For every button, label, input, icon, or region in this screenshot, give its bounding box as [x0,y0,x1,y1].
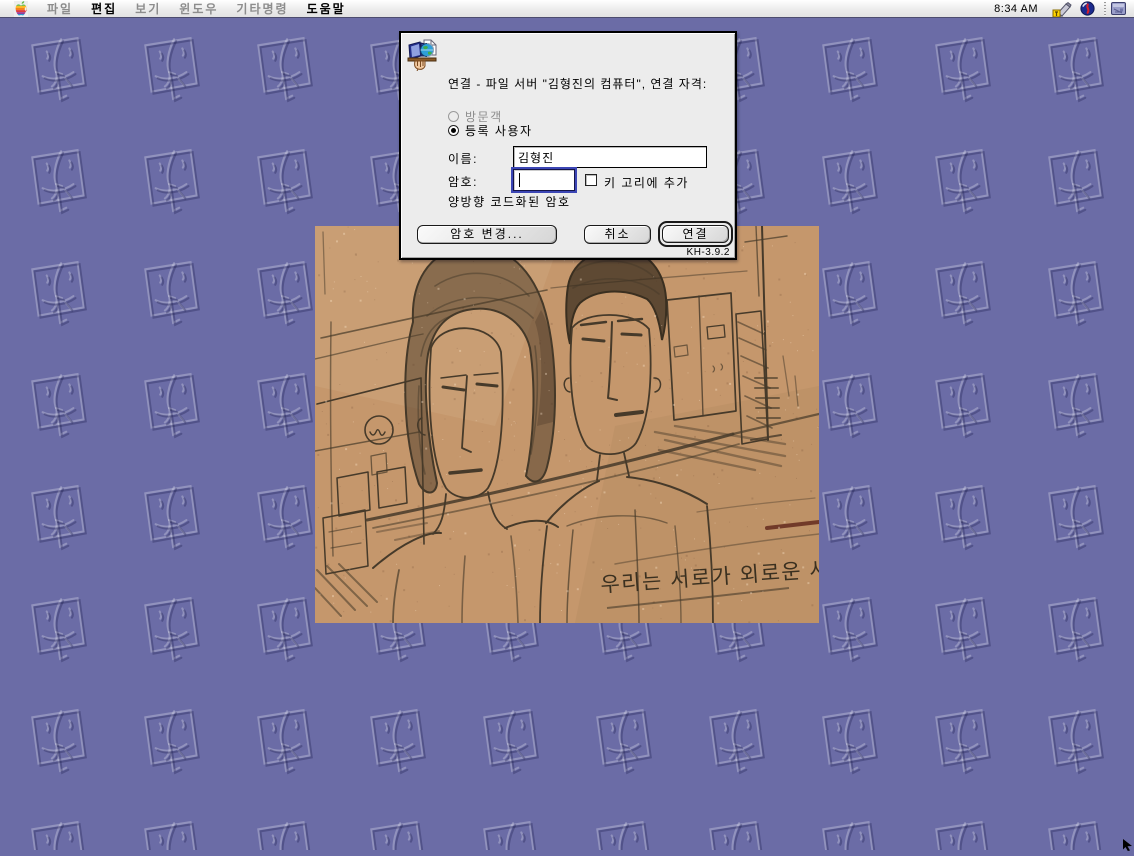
dialog-title: 연결 - 파일 서버 "김형진의 컴퓨터", 연결 자격: [448,75,736,92]
connect-button[interactable]: 연결 [662,225,729,243]
menu-help[interactable]: 도움말 [304,0,349,17]
input-method-pencil-icon[interactable] [1052,1,1072,17]
desktop-picture-sketch: 우리는 서로가 외로운 사람들 [315,226,819,623]
status-orb-icon[interactable] [1080,1,1095,16]
sketch-image: 우리는 서로가 외로운 사람들 [315,226,819,623]
password-input[interactable] [513,169,575,191]
dialog-version: KH-3.9.2 [687,247,730,258]
mouse-cursor [1122,838,1134,856]
application-menu[interactable] [1111,2,1126,15]
radio-guest-button [448,111,459,122]
menubar-separator [1104,2,1106,16]
application-icon [1111,2,1126,15]
radio-registered-user-button[interactable] [448,125,459,136]
text-caret [519,173,520,187]
encryption-note: 양방향 코드화된 암호 [448,193,571,210]
cancel-button[interactable]: 취소 [584,225,651,244]
radio-registered-user-label: 등록 사용자 [465,122,533,139]
appleshare-file-server-icon [405,37,439,74]
keychain-checkbox-label: 키 고리에 추가 [604,174,689,191]
name-label: 이름: [448,150,478,167]
desktop: 우리는 서로가 외로운 사람들 연결 - 파일 서버 "김형진의 컴퓨터", 연… [0,0,1134,850]
default-button-ring: 연결 [658,221,733,247]
menu-clock[interactable]: 8:34 AM [994,3,1038,15]
name-input[interactable] [513,146,707,168]
connect-dialog: 연결 - 파일 서버 "김형진의 컴퓨터", 연결 자격: 방문객 등록 사용자… [399,31,737,260]
menu-bar: 파일 편집 보기 윈도우 기타명령 도움말 8:34 AM [0,0,1134,18]
password-label: 암호: [448,173,478,190]
radio-registered-user[interactable]: 등록 사용자 [448,124,533,137]
apple-menu[interactable] [14,1,28,17]
menu-edit[interactable]: 편집 [88,0,120,17]
change-password-button[interactable]: 암호 변경... [417,225,557,244]
menu-file: 파일 [44,0,76,17]
keychain-checkbox[interactable] [585,174,597,186]
menu-view: 보기 [132,0,164,17]
menu-other-commands: 기타명령 [233,0,291,17]
password-field-wrap [513,169,575,191]
apple-logo-icon [14,1,28,17]
menu-window: 윈도우 [176,0,221,17]
